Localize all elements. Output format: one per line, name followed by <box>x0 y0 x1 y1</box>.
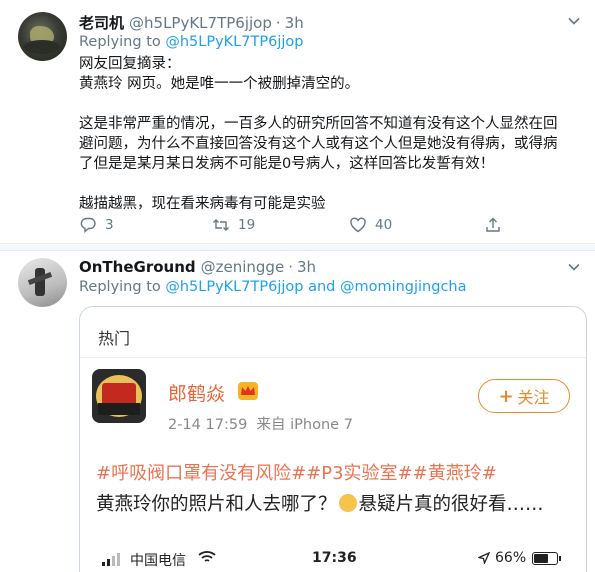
avatar <box>92 369 146 423</box>
text-line: 网友回复摘录： <box>79 56 181 72</box>
signal-icon <box>102 553 120 566</box>
avatar[interactable] <box>18 258 67 307</box>
carrier-name: 中国电信 <box>130 553 186 569</box>
timestamp[interactable]: 3h <box>285 14 304 32</box>
section-title: 热门 <box>98 329 131 348</box>
mention-link[interactable]: @h5LPyKL7TP6jjop <box>165 279 303 295</box>
share-icon <box>486 217 500 232</box>
tweet-1[interactable]: 老司机 @h5LPyKL7TP6jjop · 3h Replying to @h… <box>0 0 595 244</box>
follow-label: 关注 <box>517 388 550 407</box>
heart-icon <box>350 217 366 233</box>
chevron-down-icon[interactable] <box>567 14 581 28</box>
text-line: 这是非常严重的情况，一百多人的研究所回答不知道有没有这个人显然在回 <box>79 116 558 132</box>
text-line: 避问题，为什么不直接回答没有这个人或有这个人但是她没有得病，或得病 <box>79 136 558 152</box>
text-line: 了但是是某月某日发病不可能是0号病人，这样回答比发誓有效！ <box>79 156 495 172</box>
post-text-part: 黄燕玲你的照片和人去哪了？ <box>96 494 337 515</box>
drooling-face-icon <box>338 494 357 512</box>
user-handle[interactable]: @h5LPyKL7TP6jjop <box>129 14 272 32</box>
battery-icon <box>532 552 561 565</box>
reply-button[interactable]: 3 <box>79 216 114 234</box>
separator-dot: · <box>288 258 293 276</box>
chevron-down-icon[interactable] <box>567 260 581 274</box>
like-button[interactable]: 40 <box>349 216 392 234</box>
retweet-button[interactable]: 19 <box>212 216 255 234</box>
battery-percent: 66% <box>495 550 527 566</box>
location-arrow-icon <box>478 552 490 564</box>
wifi-icon <box>198 551 216 562</box>
retweet-icon <box>213 219 229 231</box>
clock: 17:36 <box>312 550 357 566</box>
text-line: 越描越黑，现在看来病毒有可能是实验 <box>79 196 326 212</box>
tweet-text: 网友回复摘录： 黄燕玲 网页。她是唯一一个被删掉清空的。 这是非常严重的情况，一… <box>79 54 579 214</box>
user-name[interactable]: 老司机 <box>79 12 124 33</box>
timestamp[interactable]: 3h <box>297 258 316 276</box>
follow-button: + 关注 <box>478 379 570 413</box>
hashtags: #呼吸阀口罩有没有风险##P3实验室##黄燕玲# <box>96 463 497 484</box>
like-count: 40 <box>375 217 393 233</box>
replying-label: Replying to <box>79 279 161 295</box>
phone-status-bar: 中国电信 17:36 66% <box>80 545 586 572</box>
replying-to: Replying to @h5LPyKL7TP6jjop and @moming… <box>79 279 467 295</box>
retweet-count: 19 <box>238 217 256 233</box>
separator-dot: · <box>275 14 281 32</box>
replying-to: Replying to @h5LPyKL7TP6jjop <box>79 34 303 50</box>
post-text-part: 悬疑片真的很好看…… <box>358 494 544 515</box>
tweet-actions: 3 19 40 <box>79 214 519 236</box>
text-line: 黄燕玲 网页。她是唯一一个被删掉清空的。 <box>79 76 360 92</box>
reply-count: 3 <box>105 217 114 233</box>
crown-icon <box>238 382 258 400</box>
post-meta: 2-14 17:59 来自 iPhone 7 <box>168 413 353 434</box>
share-button[interactable] <box>484 216 502 234</box>
post-time: 2-14 17:59 <box>168 417 248 433</box>
others-link[interactable]: and <box>308 279 335 295</box>
tweet-header: OnTheGround @zeningge · 3h <box>79 258 316 278</box>
mention-link[interactable]: @h5LPyKL7TP6jjop <box>165 34 303 50</box>
user-handle[interactable]: @zeningge <box>201 258 285 276</box>
account-name: 郎鹤焱 <box>168 383 226 405</box>
reply-icon <box>80 217 96 234</box>
replying-label: Replying to <box>79 34 161 50</box>
avatar[interactable] <box>18 12 67 61</box>
plus-icon: + <box>498 385 514 407</box>
divider <box>80 357 586 358</box>
tweet-header: 老司机 @h5LPyKL7TP6jjop · 3h <box>79 12 304 32</box>
embedded-image[interactable]: 热门 郎鹤焱 2-14 17:59 来自 iPhone 7 + 关注 #呼吸阀口罩… <box>79 306 587 572</box>
mention-link[interactable]: @momingjingcha <box>340 279 467 295</box>
post-source: 来自 iPhone 7 <box>256 417 353 433</box>
post-text: 黄燕玲你的照片和人去哪了？ 悬疑片真的很好看…… <box>96 491 576 519</box>
user-name[interactable]: OnTheGround <box>79 258 196 276</box>
